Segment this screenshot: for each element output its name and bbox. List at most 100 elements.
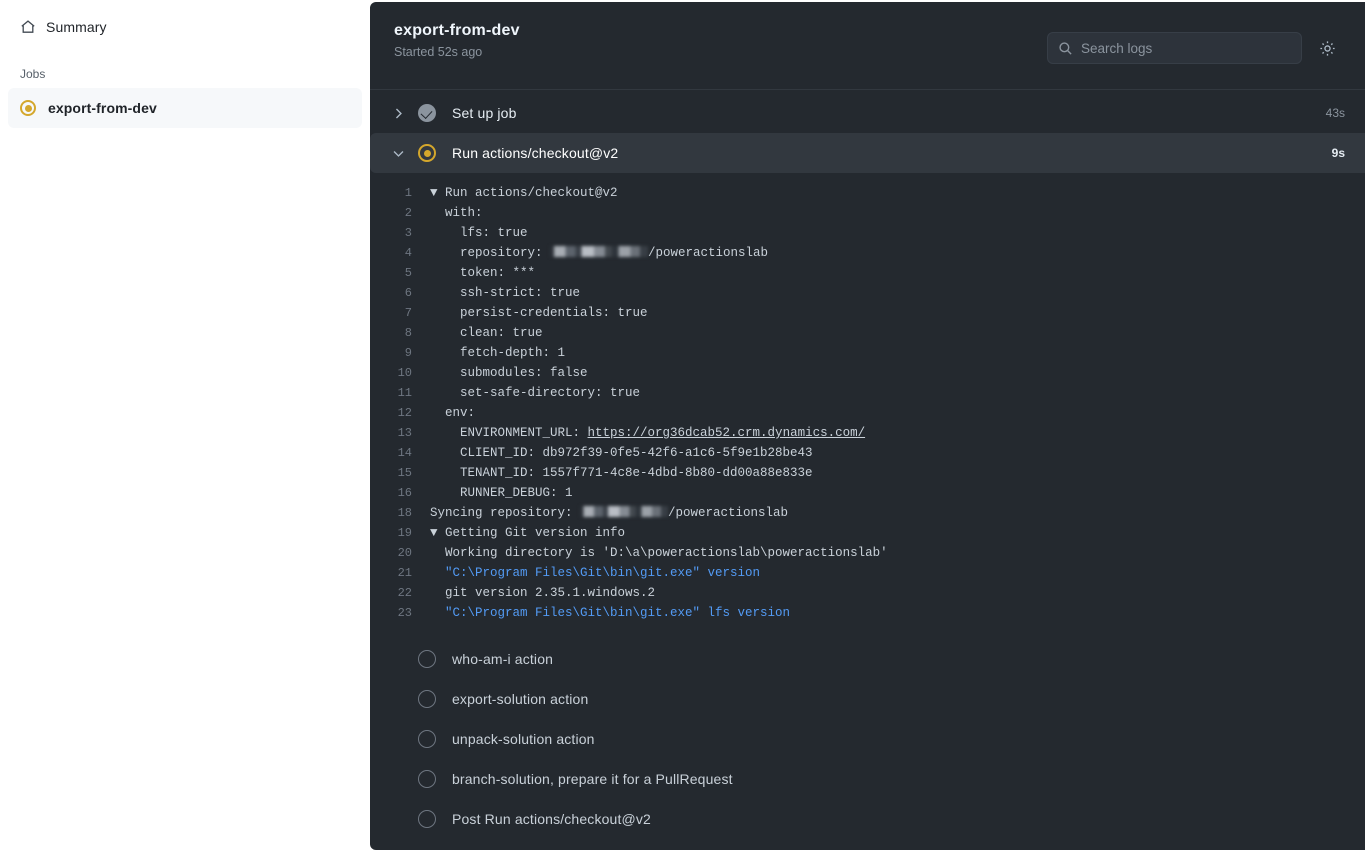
log-line: 1▼ Run actions/checkout@v2 [370, 183, 1365, 203]
log-line: 13 ENVIRONMENT_URL: https://org36dcab52.… [370, 423, 1365, 443]
logs-panel: export-from-dev Started 52s ago [370, 2, 1365, 850]
step-row-pending[interactable]: export-solution action [370, 679, 1365, 719]
log-line: 7 persist-credentials: true [370, 303, 1365, 323]
log-line-number: 14 [370, 443, 430, 463]
log-line-text: Syncing repository: /poweractionslab [430, 503, 788, 523]
log-line: 4 repository: /poweractionslab [370, 243, 1365, 263]
log-line: 3 lfs: true [370, 223, 1365, 243]
log-line-text: token: *** [430, 263, 535, 283]
search-box[interactable] [1047, 32, 1302, 64]
log-line: 8 clean: true [370, 323, 1365, 343]
search-icon [1058, 41, 1073, 56]
log-line: 16 RUNNER_DEBUG: 1 [370, 483, 1365, 503]
chevron-down-icon[interactable] [390, 145, 406, 161]
step-label: Post Run actions/checkout@v2 [452, 811, 651, 827]
log-line: 14 CLIENT_ID: db972f39-0fe5-42f6-a1c6-5f… [370, 443, 1365, 463]
log-line-number: 15 [370, 463, 430, 483]
log-line-number: 11 [370, 383, 430, 403]
search-input[interactable] [1081, 41, 1291, 56]
step-row-pending[interactable]: unpack-solution action [370, 719, 1365, 759]
pending-circle-icon [418, 650, 436, 668]
log-line: 18Syncing repository: /poweractionslab [370, 503, 1365, 523]
log-text-segment: /poweractionslab [668, 506, 788, 520]
sidebar-jobs-header: Jobs [8, 66, 362, 82]
step-row-pending[interactable]: branch-solution, prepare it for a PullRe… [370, 759, 1365, 799]
log-line-number: 8 [370, 323, 430, 343]
log-line-number: 1 [370, 183, 430, 203]
log-line: 23 "C:\Program Files\Git\bin\git.exe" lf… [370, 603, 1365, 623]
gear-icon[interactable] [1319, 36, 1343, 60]
log-command-text: "C:\Program Files\Git\bin\git.exe" lfs v… [430, 606, 790, 620]
log-line-number: 16 [370, 483, 430, 503]
log-line-number: 6 [370, 283, 430, 303]
log-line-number: 19 [370, 523, 430, 543]
log-text-segment: TENANT_ID: 1557f771-4c8e-4dbd-8b80-dd00a… [430, 466, 813, 480]
log-line-text: CLIENT_ID: db972f39-0fe5-42f6-a1c6-5f9e1… [430, 443, 813, 463]
log-line-text: persist-credentials: true [430, 303, 648, 323]
log-line-number: 21 [370, 563, 430, 583]
log-line-text: clean: true [430, 323, 543, 343]
log-line: 11 set-safe-directory: true [370, 383, 1365, 403]
log-line-text: set-safe-directory: true [430, 383, 640, 403]
log-output[interactable]: 1▼ Run actions/checkout@v22 with:3 lfs: … [370, 173, 1365, 631]
pending-steps-list: who-am-i action export-solution action unp… [370, 631, 1365, 839]
log-line-text: ▼ Getting Git version info [430, 523, 625, 543]
sidebar: Summary Jobs export-from-dev [0, 0, 370, 852]
log-line-text: env: [430, 403, 475, 423]
log-line-text: ssh-strict: true [430, 283, 580, 303]
pending-circle-icon [418, 770, 436, 788]
home-icon [20, 19, 36, 35]
log-line-text: TENANT_ID: 1557f771-4c8e-4dbd-8b80-dd00a… [430, 463, 813, 483]
log-command-text: "C:\Program Files\Git\bin\git.exe" versi… [430, 566, 760, 580]
step-label: who-am-i action [452, 651, 553, 667]
log-link[interactable]: https://org36dcab52.crm.dynamics.com/ [588, 426, 866, 440]
workflow-run-view: Summary Jobs export-from-dev export-from… [0, 0, 1371, 852]
log-line-text: Working directory is 'D:\a\poweractionsl… [430, 543, 888, 563]
sidebar-item-summary[interactable]: Summary [8, 10, 362, 44]
in-progress-icon [418, 144, 436, 162]
log-line: 9 fetch-depth: 1 [370, 343, 1365, 363]
log-line-text: repository: /poweractionslab [430, 243, 768, 263]
log-line-text: with: [430, 203, 483, 223]
log-text-segment: token: *** [430, 266, 535, 280]
step-label: Run actions/checkout@v2 [452, 145, 618, 161]
chevron-right-icon[interactable] [390, 105, 406, 121]
log-text-segment: CLIENT_ID: db972f39-0fe5-42f6-a1c6-5f9e1… [430, 446, 813, 460]
log-line-text: ENVIRONMENT_URL: https://org36dcab52.crm… [430, 423, 865, 443]
pending-circle-icon [418, 810, 436, 828]
log-line-text: fetch-depth: 1 [430, 343, 565, 363]
log-line-text: "C:\Program Files\Git\bin\git.exe" lfs v… [430, 603, 790, 623]
log-line-text: "C:\Program Files\Git\bin\git.exe" versi… [430, 563, 760, 583]
log-line-number: 23 [370, 603, 430, 623]
log-line: 6 ssh-strict: true [370, 283, 1365, 303]
log-text-segment: set-safe-directory: true [430, 386, 640, 400]
log-line: 12 env: [370, 403, 1365, 423]
log-text-segment: clean: true [430, 326, 543, 340]
log-text-segment: git version 2.35.1.windows.2 [430, 586, 655, 600]
step-label: export-solution action [452, 691, 588, 707]
steps-list: Set up job 43s Run actions/checkout@v2 9… [370, 90, 1365, 839]
log-line-number: 13 [370, 423, 430, 443]
step-row-set-up-job[interactable]: Set up job 43s [370, 93, 1365, 133]
log-line-number: 3 [370, 223, 430, 243]
step-label: unpack-solution action [452, 731, 595, 747]
log-text-segment: Working directory is 'D:\a\poweractionsl… [430, 546, 888, 560]
log-line-number: 5 [370, 263, 430, 283]
log-text-segment: ssh-strict: true [430, 286, 580, 300]
log-line-number: 4 [370, 243, 430, 263]
step-row-pending[interactable]: Post Run actions/checkout@v2 [370, 799, 1365, 839]
log-text-segment: persist-credentials: true [430, 306, 648, 320]
log-line: 5 token: *** [370, 263, 1365, 283]
step-label: Set up job [452, 105, 517, 121]
sidebar-item-export-from-dev[interactable]: export-from-dev [8, 88, 362, 128]
redacted-text [550, 246, 648, 257]
log-line: 21 "C:\Program Files\Git\bin\git.exe" ve… [370, 563, 1365, 583]
log-line-number: 20 [370, 543, 430, 563]
step-row-pending[interactable]: who-am-i action [370, 639, 1365, 679]
log-line-number: 18 [370, 503, 430, 523]
log-line-text: RUNNER_DEBUG: 1 [430, 483, 573, 503]
logs-header: export-from-dev Started 52s ago [370, 2, 1365, 90]
step-row-run-actions-checkout[interactable]: Run actions/checkout@v2 9s [370, 133, 1365, 173]
log-line-number: 12 [370, 403, 430, 423]
log-line-text: lfs: true [430, 223, 528, 243]
